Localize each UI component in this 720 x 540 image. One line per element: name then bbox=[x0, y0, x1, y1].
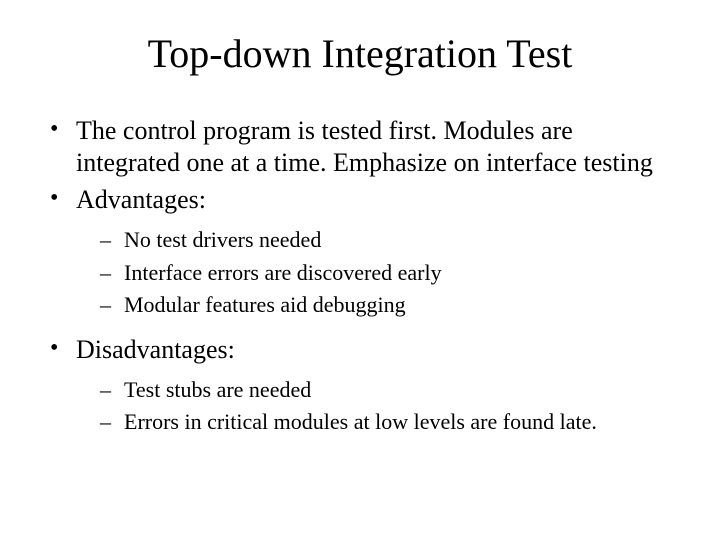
sub-bullet-text: Interface errors are discovered early bbox=[124, 260, 442, 285]
sub-bullet-text: Modular features aid debugging bbox=[124, 292, 406, 317]
sub-bullet-list: No test drivers needed Interface errors … bbox=[76, 226, 680, 320]
sub-bullet-item: No test drivers needed bbox=[100, 226, 680, 255]
bullet-text: Disadvantages: bbox=[76, 335, 235, 364]
sub-bullet-text: Errors in critical modules at low levels… bbox=[124, 409, 597, 434]
sub-bullet-item: Modular features aid debugging bbox=[100, 291, 680, 320]
slide-title: Top-down Integration Test bbox=[40, 30, 680, 77]
sub-bullet-item: Interface errors are discovered early bbox=[100, 259, 680, 288]
sub-bullet-text: No test drivers needed bbox=[124, 227, 321, 252]
bullet-item: The control program is tested first. Mod… bbox=[46, 115, 680, 178]
bullet-item: Disadvantages: Test stubs are needed Err… bbox=[46, 334, 680, 437]
sub-bullet-text: Test stubs are needed bbox=[124, 377, 311, 402]
sub-bullet-item: Errors in critical modules at low levels… bbox=[100, 408, 680, 437]
bullet-text: Advantages: bbox=[76, 185, 206, 214]
bullet-list: The control program is tested first. Mod… bbox=[40, 115, 680, 437]
sub-bullet-list: Test stubs are needed Errors in critical… bbox=[76, 376, 680, 437]
sub-bullet-item: Test stubs are needed bbox=[100, 376, 680, 405]
slide: Top-down Integration Test The control pr… bbox=[0, 0, 720, 540]
bullet-text: The control program is tested first. Mod… bbox=[76, 116, 653, 177]
bullet-item: Advantages: No test drivers needed Inter… bbox=[46, 184, 680, 320]
